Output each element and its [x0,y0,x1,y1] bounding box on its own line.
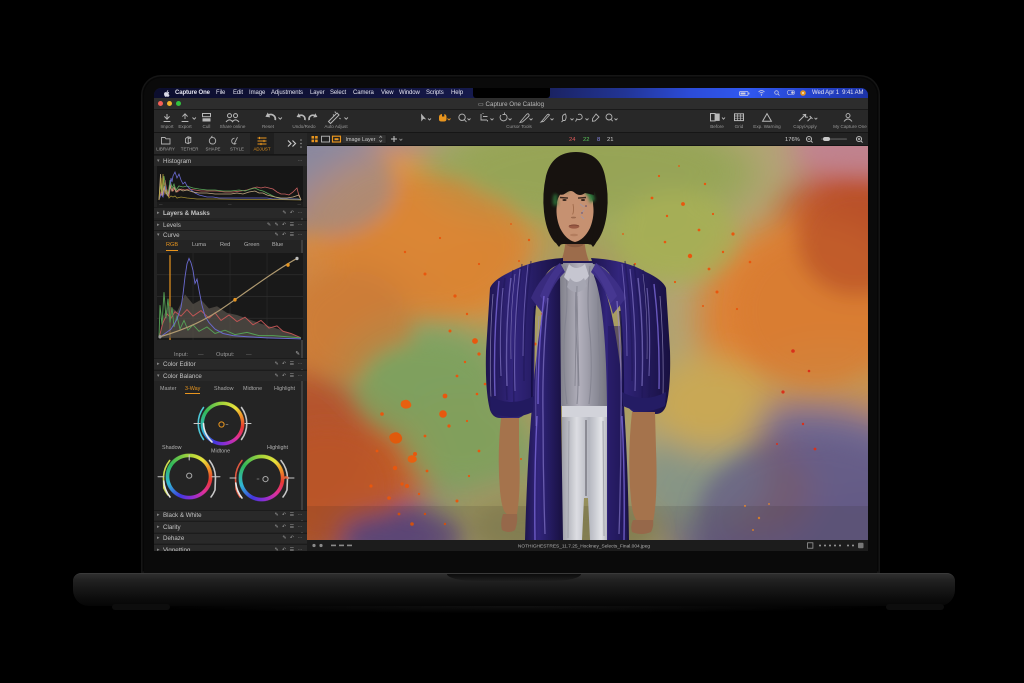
svg-text:Midtone: Midtone [211,449,230,455]
svg-text:TETHER: TETHER [181,147,199,152]
svg-text:NOTHIGHESTRES_11.7.25_Hockney_: NOTHIGHESTRES_11.7.25_Hockney_Selects_Fi… [518,543,650,549]
svg-text:Grid: Grid [735,124,744,129]
svg-text:Export: Export [178,124,192,129]
svg-text:Shadow: Shadow [162,445,182,451]
svg-text:Cull: Cull [203,124,211,129]
svg-text:ADJUST: ADJUST [253,147,270,152]
svg-text:21: 21 [607,137,613,143]
svg-text:Undo/Redo: Undo/Redo [292,124,316,129]
svg-text:Cursor Tools: Cursor Tools [506,124,532,129]
svg-text:Auto Adjust: Auto Adjust [324,124,348,129]
svg-text:SHAPE: SHAPE [206,147,221,152]
svg-text:176%: 176% [785,137,800,143]
svg-text:Reset: Reset [262,124,275,129]
svg-text:STYLE: STYLE [230,147,244,152]
svg-text:Image Layer: Image Layer [346,137,376,143]
svg-text:My Capture One: My Capture One [833,124,867,129]
svg-text:Before: Before [710,124,724,129]
svg-text:Highlight: Highlight [267,445,288,451]
svg-text:LIBRARY: LIBRARY [156,147,175,152]
svg-text:Copy/Apply: Copy/Apply [793,124,817,129]
svg-text:Import: Import [160,124,174,129]
svg-text:Exp. Warning: Exp. Warning [753,124,781,129]
svg-text:22: 22 [583,137,589,143]
svg-text:Share online: Share online [220,124,246,129]
svg-text:8: 8 [597,137,600,143]
svg-text:24: 24 [569,137,576,143]
